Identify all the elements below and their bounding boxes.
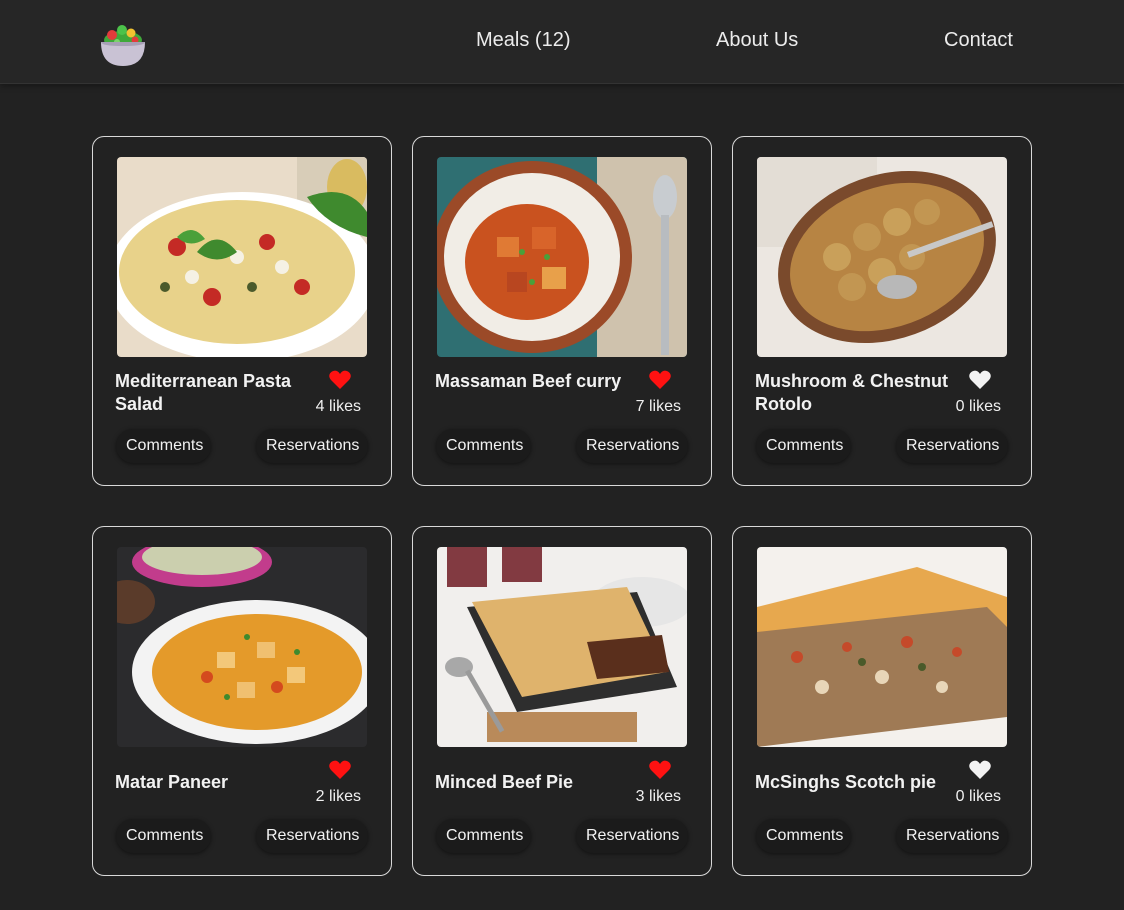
- comments-button[interactable]: Comments: [756, 819, 851, 853]
- meal-card: McSinghs Scotch pie 0 likes Comments Res…: [732, 526, 1032, 876]
- matar-paneer-image: [117, 547, 367, 747]
- likes-count: 0 likes: [955, 398, 1001, 415]
- pasta-salad-image: [117, 157, 367, 357]
- meals-grid: Mediterranean Pasta Salad 4 likes Commen…: [0, 0, 1124, 910]
- heart-icon[interactable]: [329, 370, 351, 390]
- comments-button[interactable]: Comments: [116, 429, 211, 463]
- meal-title: McSinghs Scotch pie: [755, 772, 937, 792]
- meal-title: Minced Beef Pie: [435, 772, 574, 792]
- comments-button[interactable]: Comments: [756, 429, 851, 463]
- meal-title: Massaman Beef curry: [435, 371, 622, 391]
- meal-title: Mushroom & Chestnut Rotolo: [755, 371, 948, 414]
- meal-card: Matar Paneer 2 likes Comments Reservatio…: [92, 526, 392, 876]
- likes-count: 7 likes: [635, 398, 681, 415]
- reservations-button[interactable]: Reservations: [896, 819, 1008, 853]
- meal-title: Matar Paneer: [115, 772, 229, 792]
- meal-title: Mediterranean Pasta Salad: [115, 371, 292, 414]
- reservations-button[interactable]: Reservations: [576, 819, 688, 853]
- meal-card: Mushroom & Chestnut Rotolo 0 likes Comme…: [732, 136, 1032, 486]
- rotolo-image: [757, 157, 1007, 357]
- heart-icon[interactable]: [969, 760, 991, 780]
- likes-count: 2 likes: [315, 788, 361, 805]
- heart-icon[interactable]: [649, 760, 671, 780]
- comments-button[interactable]: Comments: [116, 819, 211, 853]
- heart-icon[interactable]: [969, 370, 991, 390]
- meal-card: Mediterranean Pasta Salad 4 likes Commen…: [92, 136, 392, 486]
- reservations-button[interactable]: Reservations: [256, 429, 368, 463]
- beef-pie-image: [437, 547, 687, 747]
- heart-icon[interactable]: [329, 760, 351, 780]
- heart-icon[interactable]: [649, 370, 671, 390]
- beef-curry-image: [437, 157, 687, 357]
- comments-button[interactable]: Comments: [436, 429, 531, 463]
- scotch-pie-image: [757, 547, 1007, 747]
- likes-count: 3 likes: [635, 788, 681, 805]
- comments-button[interactable]: Comments: [436, 819, 531, 853]
- reservations-button[interactable]: Reservations: [896, 429, 1008, 463]
- reservations-button[interactable]: Reservations: [576, 429, 688, 463]
- meal-card: Minced Beef Pie 3 likes Comments Reserva…: [412, 526, 712, 876]
- meal-card: Massaman Beef curry 7 likes Comments Res…: [412, 136, 712, 486]
- likes-count: 4 likes: [315, 398, 361, 415]
- reservations-button[interactable]: Reservations: [256, 819, 368, 853]
- likes-count: 0 likes: [955, 788, 1001, 805]
